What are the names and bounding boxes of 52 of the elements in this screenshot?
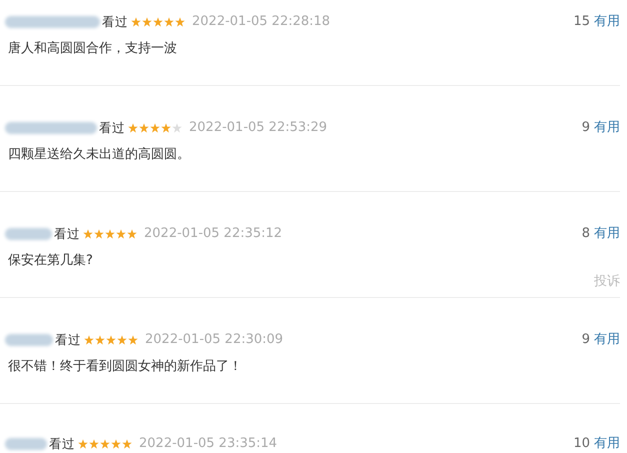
watched-status: 看过 xyxy=(55,330,81,349)
comment-time: 2022-01-05 23:35:14 xyxy=(139,435,278,453)
vote-count: 15 xyxy=(573,13,590,32)
comment-time: 2022-01-05 22:30:09 xyxy=(145,331,284,350)
star-icon xyxy=(175,17,185,27)
star-icon xyxy=(153,17,163,27)
star-icon xyxy=(105,229,115,239)
blurred-username xyxy=(5,228,52,240)
star-icon xyxy=(83,229,93,239)
star-icon xyxy=(111,439,121,449)
star-icon xyxy=(116,229,126,239)
blurred-username xyxy=(5,438,47,450)
star-icon xyxy=(84,335,94,345)
watched-status: 看过 xyxy=(99,118,125,137)
star-icon xyxy=(100,439,110,449)
comment-text: 保安在第几集? xyxy=(8,252,94,270)
star-icon xyxy=(95,335,105,345)
comment-time: 2022-01-05 22:35:12 xyxy=(144,225,282,244)
useful-link[interactable]: 有用 xyxy=(594,434,620,453)
comment-text: 四颗星送给久未出道的高圆圆。 xyxy=(8,146,191,164)
vote-count: 9 xyxy=(582,331,590,350)
star-icon xyxy=(164,17,174,27)
vote-count: 9 xyxy=(582,119,590,138)
star-icon xyxy=(78,439,88,449)
star-icon xyxy=(127,229,137,239)
star-icon xyxy=(150,123,160,133)
star-icon xyxy=(128,123,138,133)
watched-status: 看过 xyxy=(54,224,80,243)
star-icon xyxy=(142,17,152,27)
star-icon xyxy=(131,17,141,27)
useful-link[interactable]: 有用 xyxy=(594,330,620,350)
star-icon xyxy=(139,123,149,133)
watched-status: 看过 xyxy=(49,434,75,453)
blurred-username xyxy=(5,334,53,346)
useful-link[interactable]: 有用 xyxy=(594,224,620,244)
watched-status: 看过 xyxy=(102,12,128,31)
star-icon xyxy=(172,123,182,133)
useful-link[interactable]: 有用 xyxy=(594,118,620,138)
star-icon xyxy=(122,439,132,449)
star-icon xyxy=(94,229,104,239)
useful-link[interactable]: 有用 xyxy=(594,12,620,32)
comment-time: 2022-01-05 22:28:18 xyxy=(192,13,330,32)
star-icon xyxy=(128,335,138,345)
comment-text: 很不错！终于看到圆圆女神的新作品了！ xyxy=(8,358,243,376)
star-icon xyxy=(117,335,127,345)
star-icon xyxy=(161,123,171,133)
vote-count: 10 xyxy=(573,435,590,453)
star-icon xyxy=(106,335,116,345)
star-icon xyxy=(89,439,99,449)
comment-time: 2022-01-05 22:53:29 xyxy=(189,119,328,138)
comment-text: 唐人和高圆圆合作，支持一波 xyxy=(8,40,178,58)
vote-count: 8 xyxy=(582,225,590,244)
